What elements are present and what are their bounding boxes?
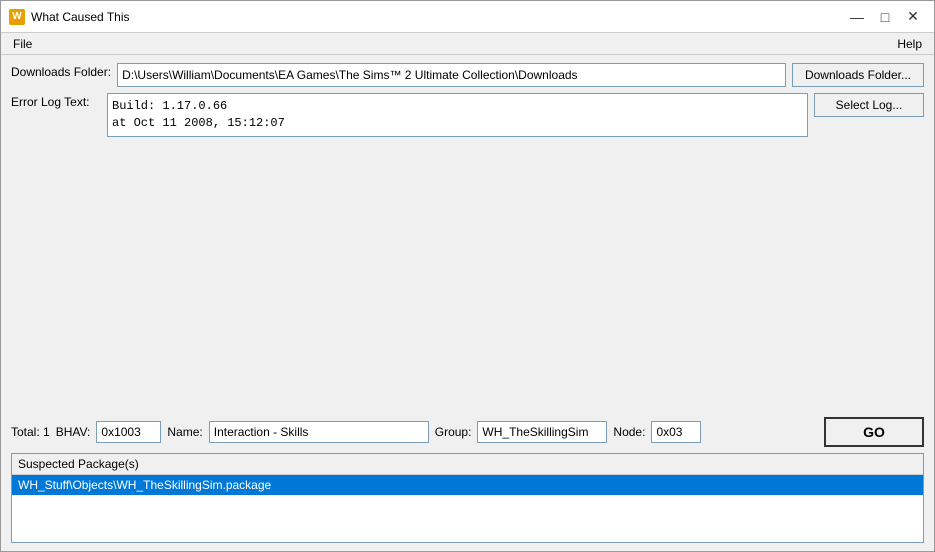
name-input[interactable] (209, 421, 429, 443)
node-label: Node: (613, 425, 645, 439)
error-log-textarea[interactable] (107, 93, 808, 137)
suspected-package-item[interactable]: WH_Stuff\Objects\WH_TheSkillingSim.packa… (12, 475, 923, 495)
bhav-label: BHAV: (56, 425, 91, 439)
error-log-label: Error Log Text: (11, 93, 101, 109)
file-menu[interactable]: File (5, 35, 40, 53)
downloads-label: Downloads Folder: (11, 63, 111, 79)
bhav-row: Total: 1 BHAV: Name: Group: Node: GO (11, 417, 924, 447)
downloads-row: Downloads Folder: Downloads Folder... (11, 63, 924, 87)
main-window: W What Caused This — □ ✕ File Help Downl… (0, 0, 935, 552)
group-label: Group: (435, 425, 472, 439)
app-icon: W (9, 9, 25, 25)
select-log-button[interactable]: Select Log... (814, 93, 924, 117)
window-title: What Caused This (31, 10, 844, 24)
content-area: Downloads Folder: Downloads Folder... Er… (1, 55, 934, 551)
downloads-folder-button[interactable]: Downloads Folder... (792, 63, 924, 87)
suspected-packages-header: Suspected Package(s) (12, 454, 923, 475)
help-menu[interactable]: Help (889, 35, 930, 53)
error-log-container: Error Log Text: Select Log... (11, 93, 924, 411)
minimize-button[interactable]: — (844, 7, 870, 27)
suspected-packages-list: WH_Stuff\Objects\WH_TheSkillingSim.packa… (12, 475, 923, 495)
title-bar: W What Caused This — □ ✕ (1, 1, 934, 33)
total-label: Total: 1 (11, 425, 50, 439)
group-input[interactable] (477, 421, 607, 443)
suspected-packages-panel: Suspected Package(s) WH_Stuff\Objects\WH… (11, 453, 924, 543)
name-label: Name: (167, 425, 202, 439)
downloads-input[interactable] (117, 63, 786, 87)
bhav-input[interactable] (96, 421, 161, 443)
close-button[interactable]: ✕ (900, 7, 926, 27)
title-bar-controls: — □ ✕ (844, 7, 926, 27)
maximize-button[interactable]: □ (872, 7, 898, 27)
side-buttons: Select Log... (814, 93, 924, 117)
node-input[interactable] (651, 421, 701, 443)
error-log-wrapper (107, 93, 808, 137)
go-button[interactable]: GO (824, 417, 924, 447)
menu-bar: File Help (1, 33, 934, 55)
